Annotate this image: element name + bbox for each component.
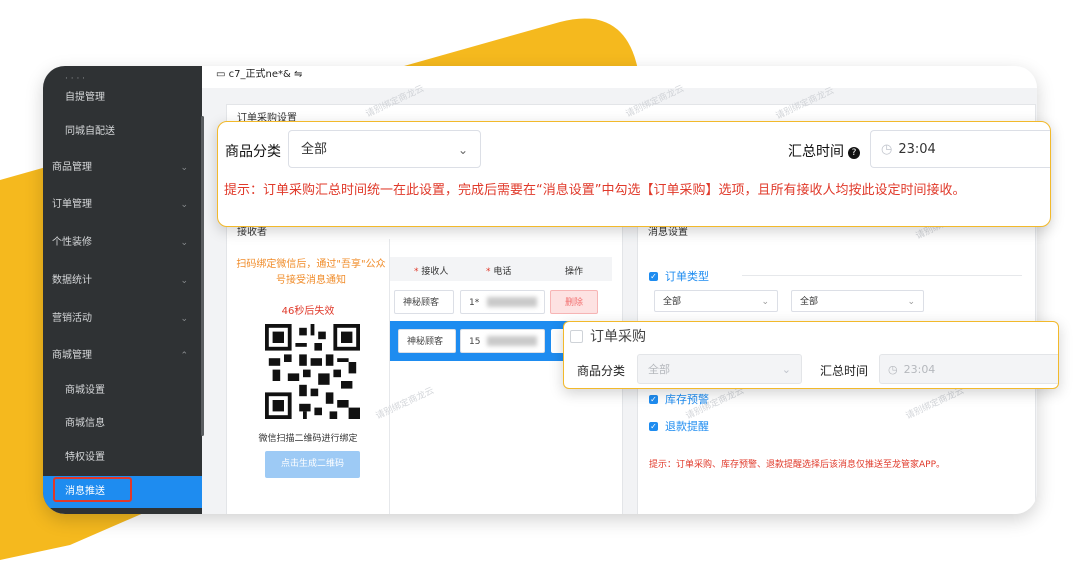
sidebar-item-self-pickup[interactable]: 自提管理	[43, 83, 202, 113]
select-value: 全部	[800, 297, 819, 307]
sidebar-item-goods[interactable]: 商品管理 ⌄	[43, 153, 202, 183]
sidebar-item-label: 自提管理	[65, 92, 105, 103]
expire-text: 46秒后失效	[281, 306, 335, 317]
store-bar: ▭ c7_正式ne*& ⇋	[202, 66, 1037, 88]
order-purchase-title: 订单采购	[590, 329, 646, 345]
column-label: 接收人	[421, 267, 449, 277]
sidebar-scrollbar[interactable]	[201, 116, 204, 436]
chevron-down-icon: ⌄	[180, 314, 188, 324]
column-label: 电话	[493, 267, 512, 277]
sidebar-item-privileges[interactable]: 特权设置	[43, 443, 202, 473]
refund-reminder-checkbox[interactable]: ✓	[649, 422, 658, 431]
column-header-receiver: * 接收人	[414, 267, 449, 277]
column-header-phone: * 电话	[486, 267, 512, 277]
label-text: 汇总时间	[788, 144, 844, 160]
sidebar-item-label: 个性装修	[52, 237, 92, 248]
sidebar-item-label: 商品管理	[52, 162, 92, 173]
sidebar-item-label: 商城管理	[52, 350, 92, 361]
sidebar-item-statistics[interactable]: 数据统计 ⌄	[43, 266, 202, 296]
masked-phone	[487, 336, 537, 346]
chevron-down-icon: ⌄	[781, 363, 791, 376]
clock-icon: ◷	[881, 142, 893, 157]
chevron-down-icon: ⌄	[761, 297, 769, 307]
order-purchase-checkbox[interactable]	[570, 330, 583, 343]
select-value: 全部	[648, 363, 670, 376]
order-type-checkbox[interactable]: ✓	[649, 272, 658, 281]
masked-phone	[487, 297, 537, 307]
sidebar-item-marketing[interactable]: 营销活动 ⌄	[43, 304, 202, 334]
category-select[interactable]: 全部 ⌄	[288, 130, 481, 168]
callout-summary-settings: 商品分类 全部 ⌄ 汇总时间? ◷ 23:04 提示：订单采购汇总时间统一在此设置，…	[217, 121, 1051, 227]
chevron-down-icon: ⌄	[457, 143, 468, 157]
refund-reminder-label: 退款提醒	[665, 420, 709, 433]
summary-tip: 提示：订单采购汇总时间统一在此设置，完成后需要在“消息设置”中勾选【订单采购】选…	[224, 183, 966, 198]
select-value: 全部	[663, 297, 682, 307]
select-value: 全部	[301, 142, 328, 157]
chevron-down-icon: ⌄	[180, 200, 188, 210]
callout-order-purchase: 订单采购 商品分类 全部 ⌄ 汇总时间 ◷ 23:04	[563, 321, 1059, 389]
store-name: c7_正式ne*&	[228, 69, 291, 80]
sidebar-item-local-delivery[interactable]: 同城自配送	[43, 117, 202, 147]
scan-caption: 微信扫描二维码进行绑定	[258, 434, 358, 444]
category-label: 商品分类	[577, 364, 626, 378]
order-type-label: 订单类型	[665, 270, 709, 283]
column-header-action: 操作	[565, 267, 584, 277]
sidebar-item-mall-settings[interactable]: 商城设置	[43, 376, 202, 406]
help-icon[interactable]: ?	[848, 147, 860, 159]
sidebar-item-label: 订单管理	[52, 199, 92, 210]
clock-icon: ◷	[888, 363, 898, 376]
receiver-name-input[interactable]: 神秘顾客	[398, 329, 456, 353]
summary-time-input[interactable]: ◷ 23:04	[879, 354, 1058, 384]
sidebar-item-label: 特权设置	[65, 452, 105, 463]
sidebar-item-label: 商城设置	[65, 385, 105, 396]
divider	[742, 275, 1022, 276]
qr-tip: 扫码绑定微信后，通过"吾享"公众号接受消息通知	[236, 259, 386, 286]
sidebar-item-orders[interactable]: 订单管理 ⌄	[43, 190, 202, 220]
sidebar: · · · · 自提管理 同城自配送 商品管理 ⌄ 订单管理 ⌄ 个性装修 ⌄ 数据统…	[43, 66, 204, 514]
sidebar-item-mall-info[interactable]: 商城信息	[43, 409, 202, 439]
receiver-name-input[interactable]: 神秘顾客	[394, 290, 454, 314]
time-value: 23:04	[903, 363, 936, 376]
swap-icon[interactable]: ⇋	[294, 69, 302, 80]
qr-code-image	[265, 324, 360, 419]
time-value: 23:04	[898, 142, 936, 157]
generate-qr-button[interactable]: 点击生成二维码	[265, 451, 360, 478]
order-type-select-b[interactable]: 全部 ⌄	[791, 290, 924, 312]
summary-time-label: 汇总时间	[820, 364, 869, 378]
delete-button[interactable]: 删除	[550, 290, 598, 314]
summary-time-input[interactable]: ◷ 23:04	[870, 130, 1050, 168]
store-icon: ▭	[216, 69, 226, 80]
sidebar-item-label: 营销活动	[52, 313, 92, 324]
category-label: 商品分类	[225, 144, 281, 160]
stock-warning-checkbox[interactable]: ✓	[649, 395, 658, 404]
sidebar-item-label: 商城信息	[65, 418, 105, 429]
sidebar-item-mall-management[interactable]: 商城管理 ⌃	[43, 341, 202, 371]
phone-text: 1*	[469, 298, 480, 308]
chevron-down-icon: ⌄	[180, 276, 188, 286]
summary-time-label: 汇总时间?	[788, 141, 860, 161]
chevron-down-icon: ⌄	[180, 163, 188, 173]
chevron-up-icon: ⌃	[180, 351, 188, 361]
sidebar-item-label: 数据统计	[52, 275, 92, 286]
highlight-box	[53, 477, 132, 502]
chevron-down-icon: ⌄	[907, 297, 915, 307]
chevron-down-icon: ⌄	[180, 238, 188, 248]
sidebar-item-decoration[interactable]: 个性装修 ⌄	[43, 228, 202, 258]
sidebar-item-label: 同城自配送	[65, 126, 115, 137]
phone-text: 15	[469, 337, 481, 347]
message-tip: 提示：订单采购、库存预警、退款提醒选择后该消息仅推送至龙管家APP。	[649, 460, 946, 470]
order-type-select-a[interactable]: 全部 ⌄	[654, 290, 778, 312]
category-select[interactable]: 全部 ⌄	[637, 354, 802, 384]
